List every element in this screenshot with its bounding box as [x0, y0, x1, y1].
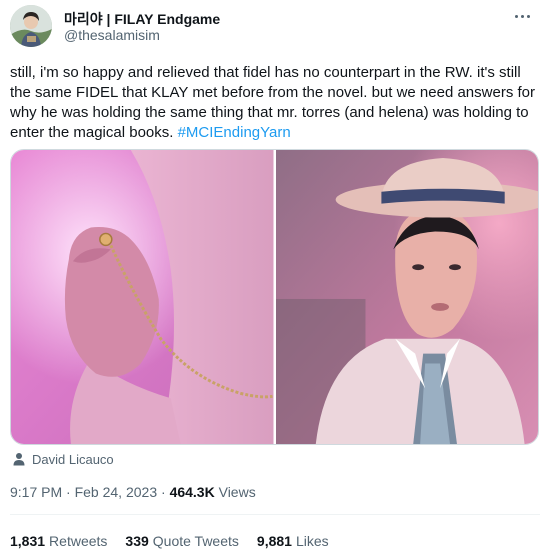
quotes-count: 339 — [125, 533, 149, 549]
media-credit[interactable]: David Licauco — [12, 450, 114, 468]
retweets-stat[interactable]: 1,831 Retweets — [10, 533, 107, 549]
tweet-date[interactable]: Feb 24, 2023 — [75, 484, 158, 500]
tweet-stats: 1,831 Retweets 339 Quote Tweets 9,881 Likes — [10, 533, 329, 549]
display-name[interactable]: 마리야 | FILAY Endgame — [64, 9, 220, 29]
tweet-text: still, i'm so happy and relieved that fi… — [10, 63, 540, 143]
user-handle[interactable]: @thesalamisim — [64, 27, 160, 43]
quotes-label: Quote Tweets — [152, 533, 239, 549]
avatar-image — [10, 5, 52, 47]
retweets-label: Retweets — [49, 533, 108, 549]
more-options-icon[interactable] — [512, 10, 532, 22]
quote-tweets-stat[interactable]: 339 Quote Tweets — [125, 533, 239, 549]
dot — [514, 14, 518, 18]
hashtag-link[interactable]: #MCIEndingYarn — [178, 124, 291, 141]
dot — [526, 14, 530, 18]
likes-label: Likes — [295, 533, 329, 549]
divider — [10, 514, 540, 515]
photo-hand-pocket-watch[interactable] — [11, 150, 274, 444]
meta-separator: · — [157, 484, 170, 500]
photo-hand-image — [11, 150, 274, 444]
tweet-time[interactable]: 9:17 PM — [10, 484, 62, 500]
dot — [520, 14, 524, 18]
meta-separator: · — [62, 484, 75, 500]
photo-man-straw-hat[interactable] — [275, 150, 538, 444]
tweet: 마리야 | FILAY Endgame @thesalamisim still,… — [0, 0, 550, 550]
credit-name: David Licauco — [32, 451, 114, 467]
media-grid — [10, 149, 539, 445]
likes-stat[interactable]: 9,881 Likes — [257, 533, 329, 549]
views-count: 464.3K — [169, 484, 215, 500]
avatar[interactable] — [10, 5, 52, 47]
photo-man-image — [275, 150, 538, 444]
tweet-meta: 9:17 PM · Feb 24, 2023 · 464.3K Views — [10, 484, 256, 500]
person-icon — [13, 453, 25, 466]
retweets-count: 1,831 — [10, 533, 46, 549]
views-label: Views — [214, 484, 256, 500]
likes-count: 9,881 — [256, 533, 292, 549]
